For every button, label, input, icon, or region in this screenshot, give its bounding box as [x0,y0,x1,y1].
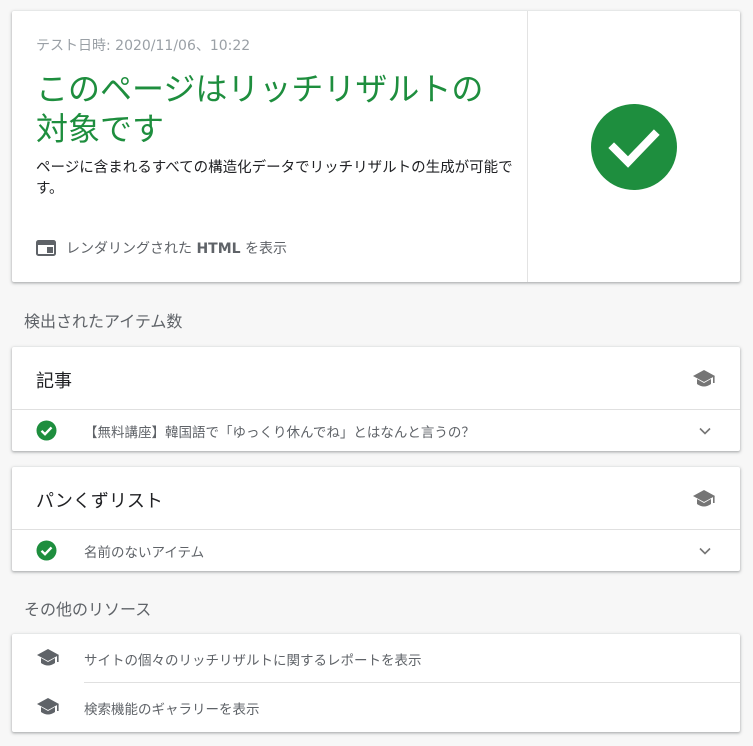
test-date: テスト日時: 2020/11/06、10:22 [36,38,251,54]
result-card: テスト日時: 2020/11/06、10:22 このページはリッチリザルトの対象… [12,11,740,282]
graduation-cap-icon [37,698,59,715]
check-circle-icon [36,420,57,441]
breadcrumb-item-title: パンくずリスト [36,491,163,512]
article-item-title: 記事 [36,371,72,392]
check-circle-icon [36,540,57,561]
view-html-strong: HTML [196,241,241,257]
other-resources-header: その他のリソース [24,600,152,619]
other-resources-card: サイトの個々のリッチリザルトに関するレポートを表示 検索機能のギャラリーを表示 [12,634,740,732]
detected-items-header: 検出されたアイテム数 [24,312,183,331]
breadcrumb-item-entry: 名前のないアイテム [84,545,205,561]
view-html-prefix: レンダリングされた [66,241,192,257]
view-html-suffix: を表示 [245,241,288,257]
resource-link-report-label: サイトの個々のリッチリザルトに関するレポートを表示 [84,653,422,669]
view-rendered-html-link[interactable]: レンダリングされた HTML を表示 [36,237,287,259]
article-item-card: 記事 【無料講座】韓国語で「ゆっくり休んでね」とはなんと言うの？ [12,347,740,451]
result-status-panel [527,11,740,282]
graduation-cap-icon[interactable] [692,368,716,390]
resource-link-gallery[interactable]: 検索機能のギャラリーを表示 [12,683,740,731]
resource-link-gallery-label: 検索機能のギャラリーを表示 [84,702,260,718]
graduation-cap-icon[interactable] [692,488,716,510]
browser-window-icon [36,240,56,256]
article-item-entry: 【無料講座】韓国語で「ゆっくり休んでね」とはなんと言うの？ [84,425,475,441]
article-item-row[interactable]: 【無料講座】韓国語で「ゆっくり休んでね」とはなんと言うの？ [12,410,740,451]
result-description: ページに含まれるすべての構造化データでリッチリザルトの生成が可能です。 [36,160,513,197]
breadcrumb-item-card: パンくずリスト 名前のないアイテム [12,467,740,571]
result-title: このページはリッチリザルトの対象です [36,70,484,148]
article-item-header: 記事 [12,347,740,410]
graduation-cap-icon [37,649,59,666]
resource-link-report[interactable]: サイトの個々のリッチリザルトに関するレポートを表示 [12,634,740,682]
result-summary: テスト日時: 2020/11/06、10:22 このページはリッチリザルトの対象… [12,11,527,282]
chevron-down-icon[interactable] [698,424,712,438]
breadcrumb-item-header: パンくずリスト [12,467,740,530]
breadcrumb-item-row[interactable]: 名前のないアイテム [12,530,740,571]
chevron-down-icon[interactable] [698,544,712,558]
large-check-circle-icon [591,103,677,190]
